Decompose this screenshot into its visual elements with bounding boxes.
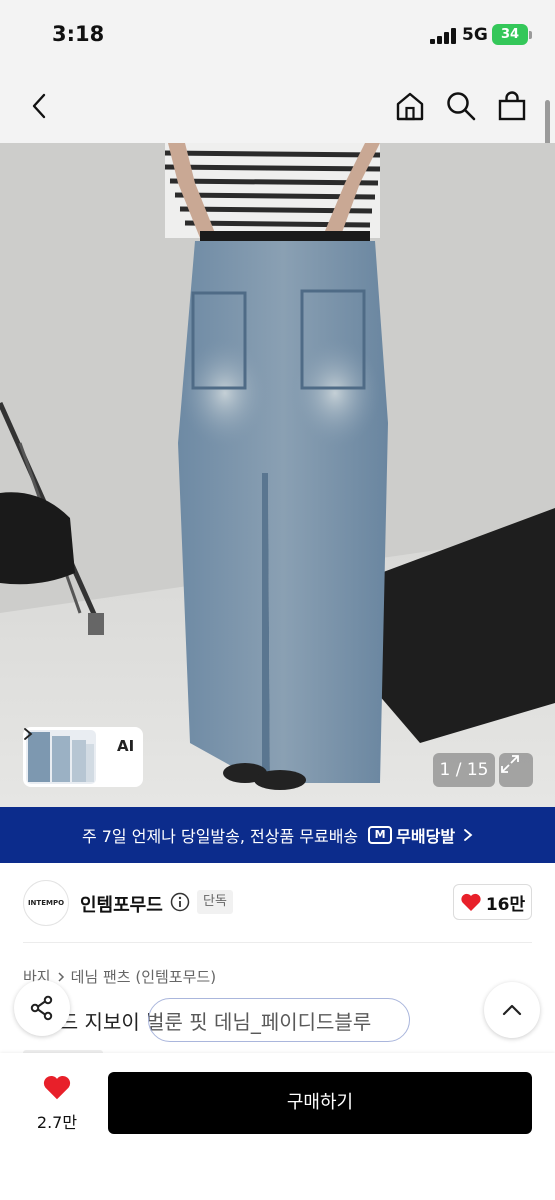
product-photo	[0, 143, 555, 807]
heart-icon	[43, 1075, 71, 1100]
bottom-action-bar: 2.7만 구매하기	[0, 1053, 555, 1200]
status-time: 3:18	[52, 22, 105, 46]
search-button[interactable]	[441, 86, 481, 126]
status-bar: 3:18 5G 34	[0, 0, 555, 70]
share-icon	[30, 995, 53, 1021]
ai-label: AI	[117, 737, 135, 755]
expand-button[interactable]	[499, 753, 533, 787]
home-button[interactable]	[390, 86, 430, 126]
search-icon	[447, 92, 476, 121]
m-badge-icon: M	[368, 826, 393, 844]
badge-label: 무배당발	[396, 827, 456, 846]
buy-button[interactable]: 구매하기	[108, 1072, 532, 1134]
breadcrumb-subcategory[interactable]: 데님 팬츠 (인템포무드)	[71, 966, 216, 987]
exclusive-tag: 단독	[197, 890, 233, 914]
info-icon[interactable]	[170, 892, 190, 912]
cart-button[interactable]	[492, 86, 532, 126]
scroll-top-button[interactable]	[484, 982, 540, 1038]
chevron-right-icon	[58, 971, 64, 982]
shop-like-count: 16만	[485, 894, 526, 915]
back-button[interactable]	[20, 86, 60, 126]
home-icon	[396, 92, 424, 121]
cellular-signal-icon	[430, 28, 456, 44]
shipping-promo-banner[interactable]: 주 7일 언제나 당일발송, 전상품 무료배송 M 무배당발	[0, 807, 555, 863]
shop-row: INTEMPO 인템포무드 단독 16만	[0, 863, 555, 943]
battery-nub	[529, 31, 532, 39]
chevron-up-icon	[502, 1004, 522, 1016]
battery-icon: 34	[492, 24, 528, 45]
shopping-bag-icon	[498, 91, 526, 121]
promo-text: 주 7일 언제나 당일발송, 전상품 무료배송	[81, 827, 359, 846]
product-image-gallery[interactable]: AI 1 / 15	[0, 143, 555, 807]
chevron-left-icon	[32, 93, 46, 119]
thumbnail-image	[26, 730, 96, 784]
ai-similar-card[interactable]: AI	[23, 727, 143, 787]
share-button[interactable]	[14, 980, 70, 1036]
network-type: 5G	[462, 25, 488, 45]
shop-logo[interactable]: INTEMPO	[23, 880, 69, 926]
expand-icon	[501, 755, 519, 773]
wishlist-count: 2.7만	[36, 1113, 78, 1132]
heart-icon	[461, 893, 481, 911]
chevron-right-icon	[24, 728, 33, 740]
floating-pill	[148, 998, 410, 1042]
divider	[23, 942, 532, 943]
shop-like-button[interactable]: 16만	[453, 884, 532, 920]
top-nav-bar	[0, 70, 555, 143]
image-counter: 1 / 15	[433, 753, 495, 787]
wishlist-button[interactable]: 2.7만	[23, 1073, 91, 1133]
chevron-right-icon	[464, 829, 473, 841]
free-shipping-badge: M 무배당발	[368, 823, 455, 847]
shop-name[interactable]: 인템포무드	[80, 891, 163, 917]
